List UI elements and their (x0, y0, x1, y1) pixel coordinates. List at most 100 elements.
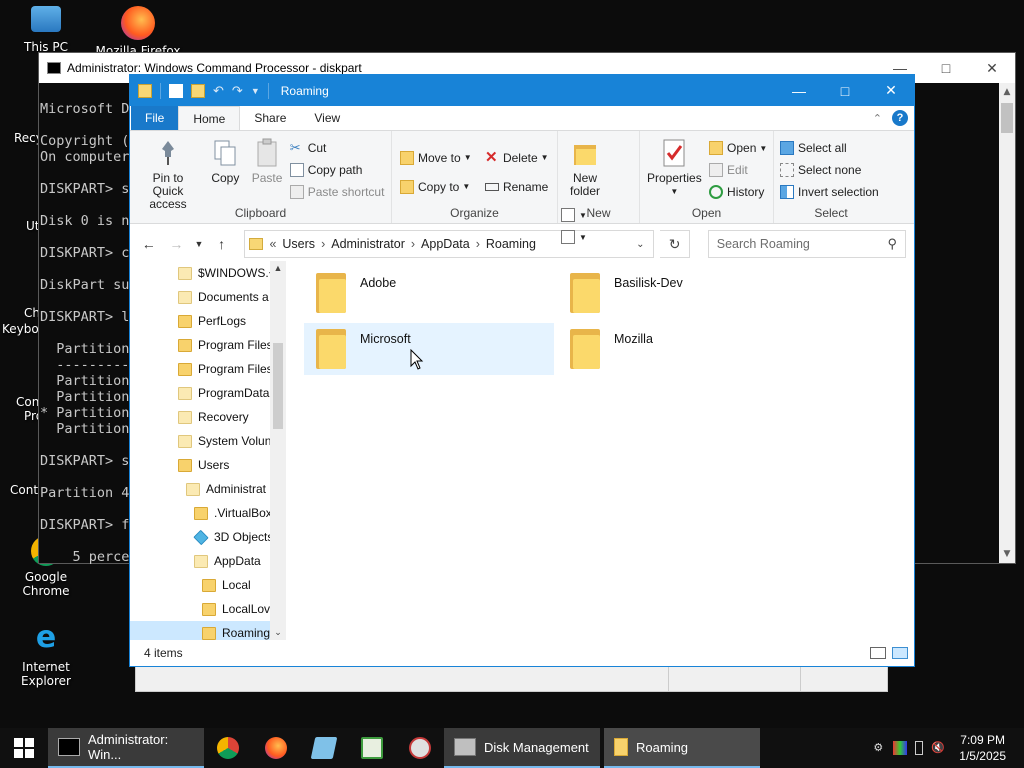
taskbar-explorer[interactable]: Roaming (604, 728, 760, 768)
nav-tree-item[interactable]: Administrat (130, 477, 286, 501)
redo-icon[interactable]: ↷ (232, 83, 243, 99)
tab-file[interactable]: File (131, 106, 179, 130)
taskbar-chrome[interactable] (204, 728, 252, 768)
desktop-icon-ie[interactable]: e Internet Explorer (0, 622, 92, 689)
taskbar-app-tools[interactable] (396, 728, 444, 768)
folder-tile-basilisk-dev[interactable]: Basilisk-Dev (558, 267, 808, 319)
collapse-ribbon-icon[interactable]: ⌃ (873, 112, 882, 125)
nav-tree-item[interactable]: .VirtualBox (130, 501, 286, 525)
taskbar-cmd[interactable]: Administrator: Win... (48, 728, 204, 768)
tab-view[interactable]: View (300, 106, 354, 130)
select-none-button[interactable]: Select none (780, 159, 879, 181)
scroll-thumb[interactable] (1001, 103, 1013, 133)
address-bar[interactable]: « Users › Administrator › AppData › Roam… (244, 230, 655, 258)
taskbar-app-green[interactable] (348, 728, 396, 768)
folder-tile-mozilla[interactable]: Mozilla (558, 323, 808, 375)
tab-home[interactable]: Home (178, 106, 241, 130)
nav-tree-item[interactable]: Local (130, 573, 286, 597)
scroll-thumb[interactable] (273, 343, 283, 429)
nav-tree-item[interactable]: AppData (130, 549, 286, 573)
details-view-icon[interactable] (870, 647, 886, 659)
up-icon[interactable]: ↑ (211, 236, 233, 252)
nav-tree-item[interactable]: LocalLov (130, 597, 286, 621)
scroll-up-icon[interactable]: ▲ (999, 87, 1015, 97)
minimize-button[interactable]: — (776, 75, 822, 106)
explorer-titlebar[interactable]: ↶ ↷ ▼ Roaming — □ ✕ (130, 75, 914, 106)
nav-tree-item[interactable]: Documents a (130, 285, 286, 309)
copy-path-button[interactable]: Copy path (289, 159, 385, 181)
nav-tree-item[interactable]: Program Files (130, 357, 286, 381)
copy-button[interactable]: Copy (206, 135, 244, 187)
copy-to-button[interactable]: Copy to ▼ (400, 172, 472, 201)
maximize-button[interactable]: □ (822, 75, 868, 106)
desktop-icon-firefox[interactable]: Mozilla Firefox (92, 6, 184, 58)
new-folder-button[interactable]: New folder (561, 135, 609, 200)
cut-button[interactable]: ✂ Cut (290, 137, 385, 159)
nav-tree-item[interactable]: System Volun (130, 429, 286, 453)
nav-tree-item[interactable]: $WINDOWS.~ (130, 261, 286, 285)
close-button[interactable]: ✕ (868, 75, 914, 106)
nav-tree-item[interactable]: ProgramData (130, 381, 286, 405)
nav-scrollbar[interactable]: ▲ ⌄ (270, 261, 286, 640)
display-icon[interactable] (893, 741, 908, 755)
properties-qat-icon[interactable] (169, 83, 183, 98)
tab-share[interactable]: Share (240, 106, 300, 130)
forward-icon[interactable]: → (166, 236, 188, 252)
folder-tile-microsoft[interactable]: Microsoft (304, 323, 554, 375)
select-all-button[interactable]: Select all (780, 137, 879, 159)
device-icon[interactable] (915, 741, 924, 755)
nav-tree-item[interactable]: Roaming (130, 621, 286, 640)
cmd-scrollbar[interactable]: ▲ ▼ (999, 83, 1015, 563)
start-button[interactable] (0, 728, 48, 768)
breadcrumb-overflow[interactable]: « (269, 237, 276, 251)
rename-button[interactable]: Rename (484, 172, 549, 201)
paste-shortcut-button[interactable]: Paste shortcut (289, 181, 384, 203)
file-list[interactable]: Adobe Basilisk-Dev Microsoft Mozilla (286, 261, 914, 640)
easy-access-button[interactable]: ▼ (561, 226, 587, 248)
taskbar-app-blue[interactable] (300, 728, 348, 768)
history-button[interactable]: History (709, 181, 767, 203)
explorer-window[interactable]: ↶ ↷ ▼ Roaming — □ ✕ File Home Share View… (129, 74, 915, 667)
help-icon[interactable]: ? (892, 110, 908, 126)
network-icon[interactable]: ⚙ (871, 741, 885, 755)
chevron-down-icon[interactable]: ⌄ (627, 239, 653, 250)
paste-button[interactable]: Paste (248, 135, 287, 187)
new-folder-qat-icon[interactable] (191, 83, 205, 98)
scroll-down-icon[interactable]: ▼ (999, 549, 1015, 559)
edit-button[interactable]: Edit (709, 159, 767, 181)
breadcrumb-appdata[interactable]: AppData (421, 237, 470, 251)
search-input[interactable]: Search Roaming ⚲ (707, 230, 906, 258)
move-to-button[interactable]: Move to ▼ (400, 143, 472, 172)
desktop-icon-this-pc[interactable]: This PC (0, 6, 92, 54)
back-icon[interactable]: ← (138, 236, 160, 252)
breadcrumb-administrator[interactable]: Administrator (331, 237, 405, 251)
properties-button[interactable]: Properties ▼ (643, 135, 706, 200)
undo-icon[interactable]: ↶ (213, 83, 224, 99)
chevron-right-icon[interactable]: › (411, 237, 415, 251)
volume-mute-icon[interactable]: 🔇 (931, 741, 945, 755)
navigation-pane[interactable]: $WINDOWS.~ Documents a PerfLogs Program Fil… (130, 261, 286, 640)
refresh-icon[interactable]: ↻ (660, 230, 690, 258)
nav-tree-item[interactable]: 3D Objects (130, 525, 286, 549)
pin-quick-access-button[interactable]: Pin to Quick access (133, 135, 203, 213)
scroll-down-icon[interactable]: ⌄ (270, 627, 286, 638)
nav-tree-item[interactable]: PerfLogs (130, 309, 286, 333)
nav-tree-item[interactable]: Recovery (130, 405, 286, 429)
close-icon[interactable]: ✕ (969, 60, 1015, 77)
clock[interactable]: 7:09 PM 1/5/2025 (959, 732, 1006, 764)
folder-tile-adobe[interactable]: Adobe (304, 267, 554, 319)
recent-locations-icon[interactable]: ▼ (193, 239, 205, 249)
taskbar-disk-management[interactable]: Disk Management (444, 728, 600, 768)
breadcrumb-users[interactable]: Users (282, 237, 315, 251)
large-icons-view-icon[interactable] (892, 647, 908, 659)
nav-tree-item[interactable]: Users (130, 453, 286, 477)
taskbar-firefox[interactable] (252, 728, 300, 768)
maximize-icon[interactable]: □ (923, 60, 969, 77)
invert-selection-button[interactable]: Invert selection (780, 181, 879, 203)
nav-tree-item[interactable]: Program Files (130, 333, 286, 357)
chevron-right-icon[interactable]: › (476, 237, 480, 251)
scroll-up-icon[interactable]: ▲ (270, 263, 286, 273)
open-button[interactable]: Open ▼ (709, 137, 767, 159)
delete-button[interactable]: ✕ Delete ▼ (485, 143, 549, 172)
breadcrumb-roaming[interactable]: Roaming (486, 237, 536, 251)
